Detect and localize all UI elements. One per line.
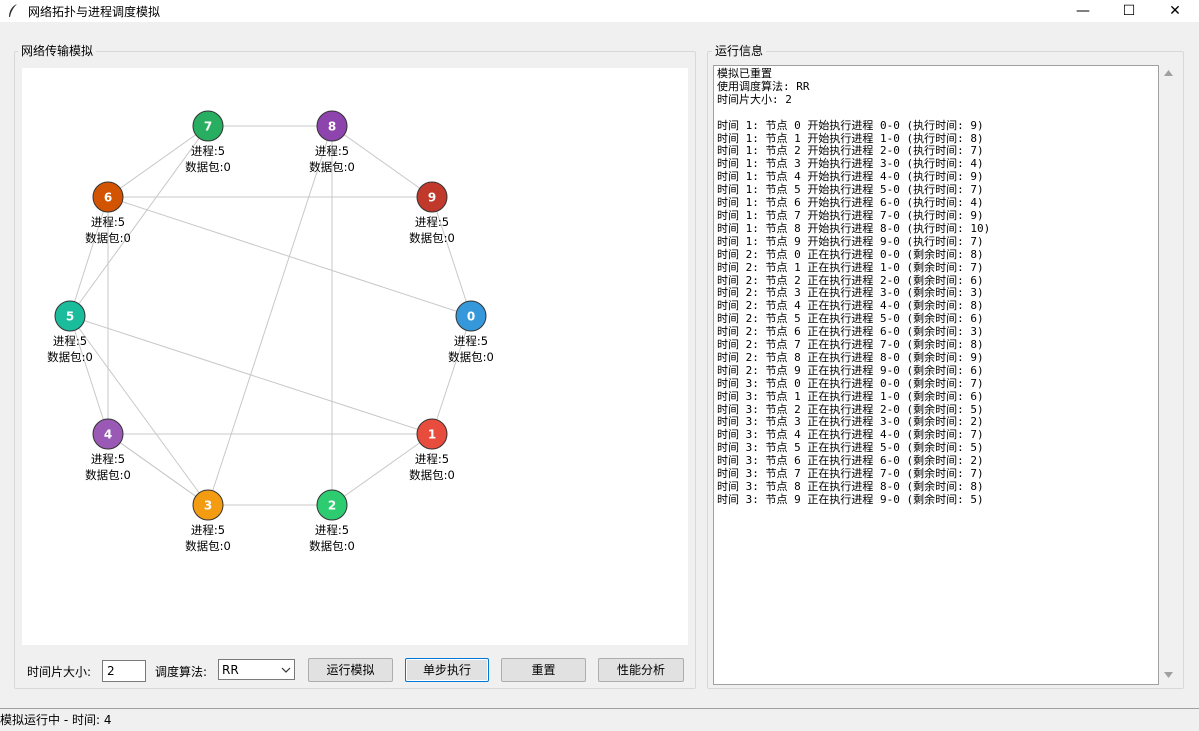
node-packets-label: 数据包:0 [47,350,93,364]
node-process-label: 进程:5 [415,452,449,466]
node-id-label: 9 [428,191,436,205]
scroll-down-icon[interactable] [1164,671,1173,679]
network-edge [207,125,333,506]
close-button[interactable]: ✕ [1152,0,1198,22]
minimize-button[interactable]: — [1060,0,1106,22]
log-panel-label: 运行信息 [712,44,767,58]
node-packets-label: 数据包:0 [185,539,231,553]
network-node[interactable]: 9 进程:5 数据包:0 [409,181,455,245]
node-process-label: 进程:5 [91,452,125,466]
reset-button[interactable]: 重置 [501,658,586,682]
log-text: 模拟已重置 使用调度算法: RR 时间片大小: 2 时间 1: 节点 0 开始执… [717,67,991,506]
step-execute-button[interactable]: 单步执行 [405,658,489,682]
node-id-label: 1 [428,428,436,442]
network-panel-label: 网络传输模拟 [18,44,97,58]
node-process-label: 进程:5 [454,334,488,348]
node-packets-label: 数据包:0 [309,539,355,553]
algorithm-selected-value: RR [222,663,239,677]
scroll-up-icon[interactable] [1164,69,1173,77]
node-process-label: 进程:5 [53,334,87,348]
maximize-button[interactable]: ☐ [1106,0,1152,22]
node-id-label: 2 [328,499,336,513]
chevron-down-icon [281,667,291,673]
node-process-label: 进程:5 [91,215,125,229]
status-text: 模拟运行中 - 时间: 4 [0,713,112,727]
status-bar: 模拟运行中 - 时间: 4 [0,708,1199,731]
node-packets-label: 数据包:0 [85,468,131,482]
log-textarea[interactable]: 模拟已重置 使用调度算法: RR 时间片大小: 2 时间 1: 节点 0 开始执… [713,65,1159,685]
node-id-label: 7 [204,120,212,134]
network-node[interactable]: 2 进程:5 数据包:0 [309,489,355,553]
algorithm-select[interactable]: RR [218,659,295,680]
log-scrollbar[interactable] [1160,65,1177,685]
node-id-label: 6 [104,191,112,205]
node-packets-label: 数据包:0 [309,160,355,174]
node-id-label: 4 [104,428,112,442]
node-packets-label: 数据包:0 [448,350,494,364]
time-quantum-label: 时间片大小: [27,665,92,679]
node-packets-label: 数据包:0 [85,231,131,245]
network-node[interactable]: 4 进程:5 数据包:0 [85,418,131,482]
node-id-label: 5 [66,310,74,324]
algorithm-label: 调度算法: [155,665,208,679]
node-process-label: 进程:5 [191,523,225,537]
node-packets-label: 数据包:0 [409,468,455,482]
node-process-label: 进程:5 [315,144,349,158]
node-process-label: 进程:5 [315,523,349,537]
network-node[interactable]: 7 进程:5 数据包:0 [185,110,231,174]
window-title: 网络拓扑与进程调度模拟 [28,5,161,19]
node-process-label: 进程:5 [415,215,449,229]
network-node[interactable]: 5 进程:5 数据包:0 [47,300,93,364]
topology-graph: 0 进程:5 数据包:0 1 进程:5 数据包:0 2 进程:5 数据包:0 3 进程:5 数据包:0… [47,110,494,553]
time-quantum-input[interactable] [102,660,146,682]
feather-icon [9,4,17,17]
node-id-label: 3 [204,499,212,513]
network-canvas: 0 进程:5 数据包:0 1 进程:5 数据包:0 2 进程:5 数据包:0 3 进程:5 数据包:0… [22,68,688,645]
node-packets-label: 数据包:0 [185,160,231,174]
node-id-label: 8 [328,120,336,134]
run-simulation-button[interactable]: 运行模拟 [308,658,393,682]
performance-analysis-button[interactable]: 性能分析 [598,658,684,682]
node-packets-label: 数据包:0 [409,231,455,245]
network-node[interactable]: 3 进程:5 数据包:0 [185,489,231,553]
node-process-label: 进程:5 [191,144,225,158]
node-id-label: 0 [467,310,475,324]
title-bar: 网络拓扑与进程调度模拟 — ☐ ✕ [0,0,1199,22]
